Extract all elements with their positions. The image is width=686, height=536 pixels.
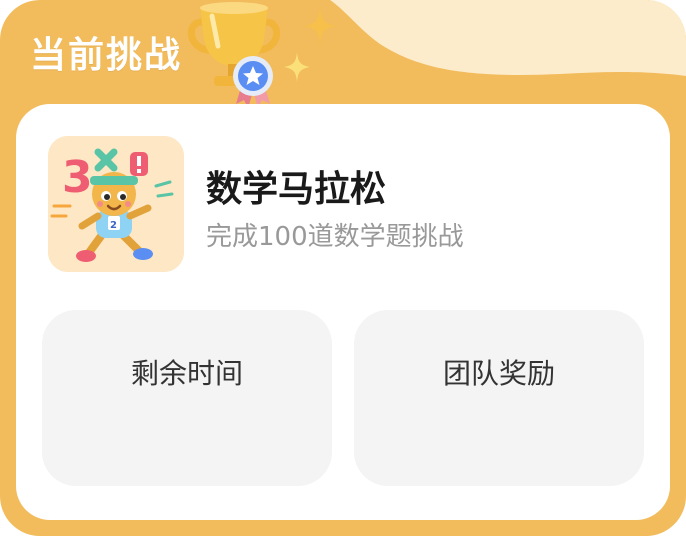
math-runner-illustration: 3 2 <box>48 136 184 272</box>
challenge-panel: 3 2 数学马拉松 完成100道数学题挑战 剩余时间 团队奖励 <box>16 104 670 520</box>
team-reward-card[interactable]: 团队奖励 <box>354 310 644 486</box>
sparkle-icon <box>304 6 336 46</box>
sparkle-icon <box>284 52 310 82</box>
challenge-subtitle: 完成100道数学题挑战 <box>206 222 464 252</box>
remaining-time-card[interactable]: 剩余时间 <box>42 310 332 486</box>
svg-text:3: 3 <box>62 152 93 203</box>
svg-text:2: 2 <box>110 220 117 231</box>
challenge-title: 数学马拉松 <box>206 169 387 210</box>
trophy-icon <box>188 2 280 108</box>
section-title: 当前挑战 <box>30 35 183 76</box>
team-reward-label: 团队奖励 <box>442 357 555 390</box>
challenge-card: 当前挑战 3 2 数学马拉松 完成100道数学题挑战 剩余时间 团队奖励 <box>0 0 686 536</box>
remaining-time-label: 剩余时间 <box>130 357 243 390</box>
math-runner-icon[interactable]: 3 2 <box>48 136 184 272</box>
